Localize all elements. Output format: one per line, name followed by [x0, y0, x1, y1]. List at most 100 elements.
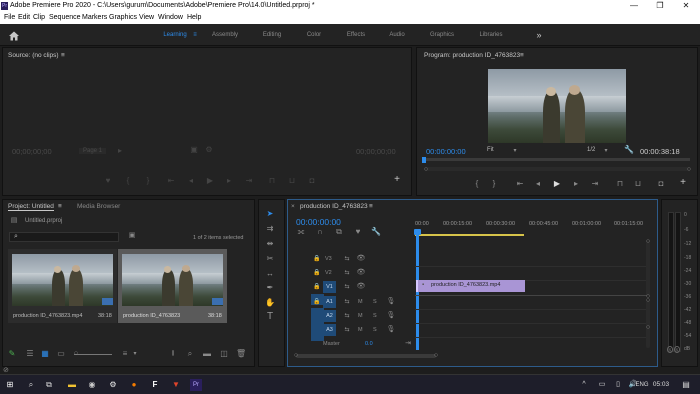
project-tab[interactable]: Project: Untitled	[8, 203, 54, 211]
mute-button[interactable]: M	[358, 327, 363, 333]
sync-lock-icon[interactable]: ⇆	[342, 268, 352, 278]
timeline-settings-icon[interactable]: 🔧	[371, 227, 381, 237]
source-panel-title[interactable]: Source: (no clips)	[8, 52, 59, 59]
timeline-horizontal-scrollbar[interactable]	[296, 354, 436, 358]
show-hidden-icons-icon[interactable]: ^	[578, 379, 590, 391]
program-mark-in-icon[interactable]: {	[472, 179, 482, 189]
program-extract-icon[interactable]: ⊔	[633, 179, 643, 189]
firefox-icon[interactable]: ●	[128, 379, 140, 391]
new-bin-icon[interactable]: ▬	[202, 349, 212, 359]
program-resolution-select[interactable]: 1/2	[587, 147, 595, 153]
track-target-a3[interactable]: A3	[323, 324, 336, 336]
slider-handle[interactable]: ○	[71, 349, 81, 359]
menu-window[interactable]: Window	[158, 12, 183, 24]
workspace-libraries[interactable]: Libraries	[476, 24, 506, 46]
work-area-bar[interactable]	[415, 234, 524, 236]
solo-button[interactable]: S	[373, 327, 377, 333]
editor-app-icon[interactable]: F	[149, 379, 161, 391]
scroll-handle[interactable]: ○	[291, 351, 301, 361]
menu-clip[interactable]: Clip	[33, 12, 45, 24]
project-item-card[interactable]: production ID_4763823.mp4 38:18	[8, 249, 117, 323]
project-search-field[interactable]: ⌕	[9, 232, 119, 242]
solo-button[interactable]: S	[373, 313, 377, 319]
program-add-button-icon[interactable]: +	[678, 178, 688, 188]
workspace-learning[interactable]: Learning	[162, 24, 188, 46]
program-mark-out-icon[interactable]: }	[489, 179, 499, 189]
workspaces-overflow-icon[interactable]: »	[534, 24, 544, 46]
brave-browser-icon[interactable]: ▼	[170, 379, 182, 391]
network-icon[interactable]: ▭	[596, 379, 608, 391]
program-step-back-icon[interactable]: ◂	[533, 179, 543, 189]
workspace-effects[interactable]: Effects	[343, 24, 369, 46]
ripple-edit-tool-icon[interactable]: ⇹	[264, 238, 276, 250]
lock-icon[interactable]: 🔒	[312, 297, 322, 307]
source-add-button-icon[interactable]: +	[392, 175, 402, 185]
task-view-icon[interactable]: ⧉	[43, 379, 55, 391]
solo-button[interactable]: S	[373, 299, 377, 305]
program-zoom-scrollbar[interactable]	[424, 167, 690, 171]
track-select-tool-icon[interactable]: ⇉	[264, 223, 276, 235]
taskbar-clock[interactable]: 05:03	[650, 379, 672, 391]
pen-tool-icon[interactable]: ✒	[264, 282, 276, 294]
timeline-timecode[interactable]: 00:00:00:00	[296, 217, 341, 227]
timeline-tab-menu-icon[interactable]: ≡	[369, 203, 373, 210]
timeline-close-icon[interactable]: ×	[291, 203, 295, 210]
windows-start-icon[interactable]: ⊞	[4, 379, 16, 391]
close-button[interactable]: ✕	[674, 0, 698, 12]
zoom-left-handle[interactable]: ○	[421, 165, 431, 175]
workspace-editing[interactable]: Editing	[258, 24, 286, 46]
master-volume-value[interactable]: 0.0	[365, 341, 373, 347]
program-panel-menu-icon[interactable]: ≡	[520, 52, 524, 59]
scroll-handle[interactable]: ○	[643, 296, 653, 306]
home-icon[interactable]	[8, 29, 20, 41]
program-goto-in-icon[interactable]: ⇤	[515, 179, 525, 189]
go-to-end-icon[interactable]: ⇥	[403, 339, 413, 349]
find-icon[interactable]: ⌕	[185, 349, 195, 359]
new-item-icon[interactable]: ◫	[219, 349, 229, 359]
menu-file[interactable]: File	[4, 12, 15, 24]
program-fit-select[interactable]: Fit	[487, 147, 494, 153]
zoom-right-handle[interactable]: ○	[684, 165, 694, 175]
hand-tool-icon[interactable]: ✋	[264, 297, 276, 309]
app-icon[interactable]: ⚙	[107, 379, 119, 391]
timeline-sequence-tab[interactable]: production ID_4763823	[300, 203, 368, 210]
track-label[interactable]: V2	[325, 270, 332, 276]
premiere-taskbar-icon[interactable]: Pr	[190, 379, 202, 391]
lock-icon[interactable]: 🔒	[312, 268, 322, 278]
eye-icon[interactable]: 👁	[356, 282, 366, 292]
file-explorer-icon[interactable]: ▬	[66, 379, 78, 391]
program-export-frame-icon[interactable]: ◘	[656, 179, 666, 189]
write-on-pencil-icon[interactable]: ✎	[7, 349, 17, 359]
mute-button[interactable]: M	[358, 313, 363, 319]
program-video-frame[interactable]	[488, 69, 626, 143]
slip-tool-icon[interactable]: ↔	[264, 268, 276, 280]
program-panel-title[interactable]: Program: production ID_4763823	[424, 52, 520, 59]
workspace-color[interactable]: Color	[303, 24, 325, 46]
microphone-icon[interactable]: 🎙	[386, 311, 396, 321]
solo-right-button[interactable]: S	[674, 346, 680, 353]
automate-to-sequence-icon[interactable]: ⫼	[168, 349, 178, 359]
project-tab-menu-icon[interactable]: ≡	[58, 203, 62, 210]
type-tool-icon[interactable]: T	[264, 311, 276, 323]
scroll-handle[interactable]: ○	[431, 351, 441, 361]
menu-markers[interactable]: Markers	[82, 12, 107, 24]
source-patch-a[interactable]	[311, 308, 324, 341]
menu-view[interactable]: View	[139, 12, 154, 24]
microphone-icon[interactable]: 🎙	[386, 297, 396, 307]
new-bin-from-search-icon[interactable]: ▣	[127, 231, 137, 241]
restore-button[interactable]: ❐	[648, 0, 672, 12]
program-play-icon[interactable]: ▶	[552, 179, 562, 189]
scroll-handle[interactable]: ○	[643, 237, 653, 247]
timeline-ruler[interactable]: 00:00 00:00:15:00 00:00:30:00 00:00:45:0…	[415, 215, 650, 237]
resolution-chevron-down-icon[interactable]: ▾	[601, 146, 611, 156]
snap-magnet-icon[interactable]: ∩	[315, 227, 325, 237]
freeform-view-icon[interactable]: ▭	[56, 349, 66, 359]
mute-button[interactable]: M	[358, 299, 363, 305]
sort-icon[interactable]: ≡	[120, 349, 130, 359]
track-target-v1[interactable]: V1	[323, 281, 336, 293]
icon-view-icon[interactable]: ▦	[40, 349, 50, 359]
scroll-handle[interactable]: ○	[643, 323, 653, 333]
workspace-audio[interactable]: Audio	[386, 24, 408, 46]
project-search-input[interactable]	[22, 233, 117, 241]
menu-sequence[interactable]: Sequence	[49, 12, 81, 24]
